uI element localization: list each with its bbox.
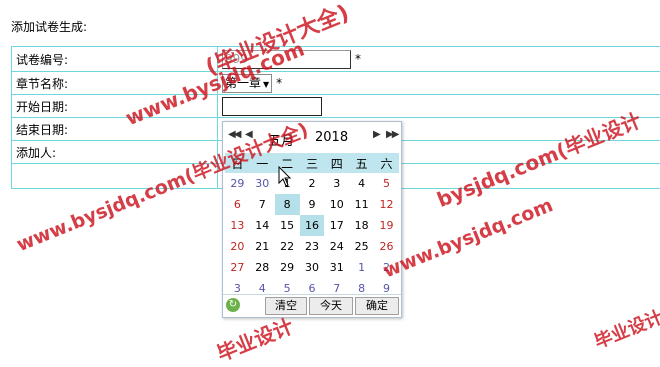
paper-no-input[interactable]: 999	[222, 50, 351, 69]
calendar-day[interactable]: 15	[275, 215, 300, 236]
calendar-day[interactable]: 8	[275, 194, 300, 215]
calendar-day[interactable]: 18	[349, 215, 374, 236]
paper-no-label: 试卷编号:	[12, 47, 218, 72]
calendar-week-row: 13141516171819	[225, 215, 399, 236]
watermark-text: 毕业设计	[590, 303, 660, 354]
next-month-icon[interactable]: ▶	[373, 129, 379, 140]
weekday-header: 五	[349, 153, 374, 173]
calendar-day[interactable]: 23	[300, 236, 325, 257]
next-year-icon[interactable]: ▶▶	[386, 129, 397, 140]
calendar-grid: 日一二三四五六 29301234567891011121314151617181…	[225, 153, 399, 299]
row-chapter: 章节名称: 第一章▼ *	[12, 72, 660, 95]
calendar-day[interactable]: 19	[374, 215, 399, 236]
calendar-day[interactable]: 2	[300, 173, 325, 194]
calendar-day[interactable]: 31	[324, 257, 349, 278]
calendar-day[interactable]: 22	[275, 236, 300, 257]
watermark-text: 毕业设计	[212, 310, 297, 367]
year-select[interactable]: 2018	[315, 130, 348, 145]
calendar-day[interactable]: 6	[225, 194, 250, 215]
calendar-day[interactable]: 29	[225, 173, 250, 194]
date-picker-footer: ↻ 清空 今天 确定	[223, 294, 401, 316]
prev-year-icon[interactable]: ◀◀	[228, 129, 239, 140]
start-date-label: 开始日期:	[12, 95, 218, 118]
watermark-text: www.bysjdq.com	[380, 194, 556, 282]
calendar-week-row: 6789101112	[225, 194, 399, 215]
page-title: 添加试卷生成:	[11, 18, 87, 35]
calendar-week-row: 293012345	[225, 173, 399, 194]
required-mark: *	[276, 76, 282, 90]
calendar-day[interactable]: 27	[225, 257, 250, 278]
calendar-day[interactable]: 26	[374, 236, 399, 257]
calendar-week-row: 272829303112	[225, 257, 399, 278]
end-date-label: 结束日期:	[12, 118, 218, 141]
adder-label: 添加人:	[12, 141, 218, 164]
chapter-cell: 第一章▼ *	[218, 72, 660, 95]
today-button[interactable]: 今天	[309, 297, 353, 315]
clear-button[interactable]: 清空	[265, 297, 307, 315]
weekday-header: 四	[324, 153, 349, 173]
calendar-week-row: 20212223242526	[225, 236, 399, 257]
date-picker-header: ◀◀ ◀ 五月 2018 ▶ ▶▶	[223, 122, 401, 152]
calendar-day[interactable]: 4	[349, 173, 374, 194]
calendar-day[interactable]: 10	[324, 194, 349, 215]
refresh-icon[interactable]: ↻	[226, 298, 240, 312]
calendar-day[interactable]: 1	[349, 257, 374, 278]
calendar-day[interactable]: 30	[300, 257, 325, 278]
date-picker: ◀◀ ◀ 五月 2018 ▶ ▶▶ 日一二三四五六 29301234567891…	[222, 121, 402, 318]
calendar-day[interactable]: 12	[374, 194, 399, 215]
ok-button[interactable]: 确定	[355, 297, 399, 315]
required-mark: *	[355, 52, 361, 66]
weekday-header: 三	[300, 153, 325, 173]
empty-cell	[12, 164, 218, 189]
start-date-input[interactable]	[222, 97, 322, 116]
calendar-day[interactable]: 13	[225, 215, 250, 236]
calendar-day[interactable]: 29	[275, 257, 300, 278]
prev-month-icon[interactable]: ◀	[245, 129, 251, 140]
year-label: 2018	[315, 130, 348, 145]
row-paper-no: 试卷编号: 999 *	[12, 47, 660, 72]
row-start-date: 开始日期:	[12, 95, 660, 118]
calendar-day[interactable]: 20	[225, 236, 250, 257]
calendar-day[interactable]: 16	[300, 215, 325, 236]
calendar-day[interactable]: 25	[349, 236, 374, 257]
calendar-day[interactable]: 9	[300, 194, 325, 215]
calendar-day[interactable]: 28	[250, 257, 275, 278]
paper-no-cell: 999 *	[218, 47, 660, 72]
calendar-day[interactable]: 17	[324, 215, 349, 236]
calendar-day[interactable]: 24	[324, 236, 349, 257]
calendar-day[interactable]: 5	[374, 173, 399, 194]
start-date-cell	[218, 95, 660, 118]
chapter-select[interactable]: 第一章▼	[222, 74, 272, 93]
calendar-day[interactable]: 2	[374, 257, 399, 278]
calendar-day[interactable]: 21	[250, 236, 275, 257]
weekday-header: 日	[225, 153, 250, 173]
chapter-label: 章节名称:	[12, 72, 218, 95]
weekday-header: 一	[250, 153, 275, 173]
weekday-row: 日一二三四五六	[225, 153, 399, 173]
calendar-day[interactable]: 3	[324, 173, 349, 194]
weekday-header: 六	[374, 153, 399, 173]
chapter-select-value: 第一章	[225, 76, 261, 90]
calendar-day[interactable]: 7	[250, 194, 275, 215]
month-select[interactable]: 五月	[268, 130, 294, 149]
month-label: 五月	[268, 134, 294, 149]
calendar-day[interactable]: 30	[250, 173, 275, 194]
calendar-day[interactable]: 11	[349, 194, 374, 215]
chevron-down-icon: ▼	[263, 76, 269, 93]
mouse-cursor-icon	[278, 166, 292, 188]
calendar-day[interactable]: 14	[250, 215, 275, 236]
